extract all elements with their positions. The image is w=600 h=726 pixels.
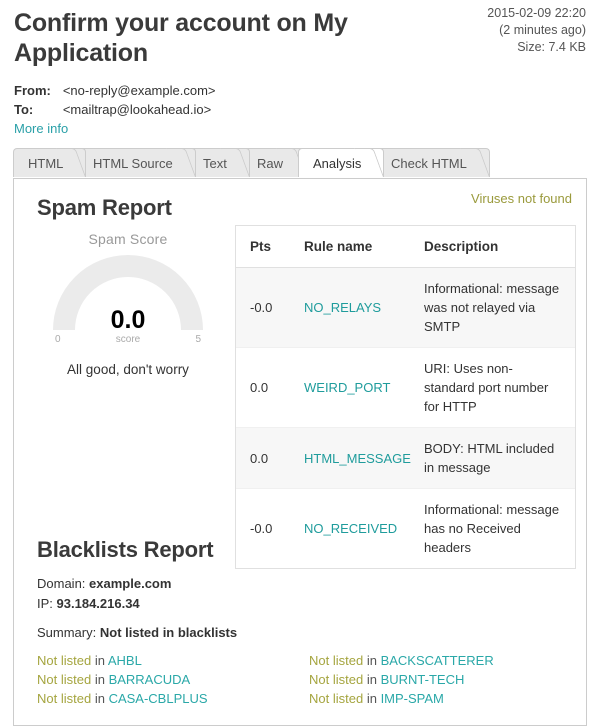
blacklist-ip-line: IP: 93.184.216.34 — [37, 595, 572, 613]
message-meta: 2015-02-09 22:20 (2 minutes ago) Size: 7… — [487, 5, 586, 56]
to-row: To: <mailtrap@lookahead.io> — [14, 101, 216, 120]
blacklist-status: Not listed — [37, 653, 92, 668]
cell-rule-name: HTML_MESSAGE — [304, 427, 424, 489]
blacklist-preposition: in — [366, 691, 381, 706]
tab-html[interactable]: HTML — [13, 148, 87, 177]
message-size: Size: 7.4 KB — [517, 40, 586, 54]
rule-link[interactable]: HTML_MESSAGE — [304, 451, 411, 466]
blacklist-name[interactable]: AHBL — [108, 653, 142, 668]
page-title: Confirm your account on My Application — [14, 9, 348, 67]
blacklist-preposition: in — [366, 672, 381, 687]
tab-html-source[interactable]: HTML Source — [78, 148, 197, 177]
blacklist-ip-label: IP: — [37, 596, 53, 611]
mailtrap-message-view: 2015-02-09 22:20 (2 minutes ago) Size: 7… — [0, 0, 600, 726]
spam-score-gauge: Spam Score 0.0 0 score 5 All good, don't… — [28, 231, 228, 377]
tab-text[interactable]: Text — [188, 148, 250, 177]
blacklist-name[interactable]: BACKSCATTERER — [381, 653, 494, 668]
list-item: Not listed in BURNT-TECH — [309, 671, 581, 690]
gauge-max-label: 5 — [195, 334, 201, 345]
rule-link[interactable]: NO_RECEIVED — [304, 521, 397, 536]
list-item: Not listed in BARRACUDA — [37, 671, 309, 690]
to-value: <mailtrap@lookahead.io> — [62, 102, 212, 117]
blacklist-name[interactable]: BARRACUDA — [109, 672, 191, 687]
blacklist-domain-line: Domain: example.com — [37, 575, 572, 593]
blacklist-status: Not listed — [309, 672, 364, 687]
message-relative-time: (2 minutes ago) — [499, 23, 586, 37]
spam-rules-tbody: -0.0 NO_RELAYS Informational: message was … — [236, 267, 575, 569]
gauge-title: Spam Score — [88, 231, 168, 247]
blacklist-domain-value: example.com — [89, 576, 172, 591]
cell-pts: 0.0 — [236, 347, 304, 428]
address-table: From: <no-reply@example.com> To: <mailtr… — [14, 82, 216, 120]
table-row: -0.0 NO_RECEIVED Informational: message ha… — [236, 489, 575, 569]
table-row: 0.0 HTML_MESSAGE BODY: HTML included in me… — [236, 427, 575, 489]
cell-rule-name: NO_RELAYS — [304, 267, 424, 348]
table-row: 0.0 WEIRD_PORT URI: Uses non-standard port… — [236, 347, 575, 428]
rule-link[interactable]: WEIRD_PORT — [304, 380, 390, 395]
blacklist-summary-label: Summary: — [37, 625, 97, 640]
blacklist-status: Not listed — [37, 672, 92, 687]
blacklist-name[interactable]: BURNT-TECH — [381, 672, 465, 687]
cell-pts: 0.0 — [236, 427, 304, 489]
cell-description: BODY: HTML included in message — [424, 427, 575, 489]
from-row: From: <no-reply@example.com> — [14, 82, 216, 101]
tab-bar: HTML HTML Source Text Raw Analysis Check HTML — [13, 148, 587, 178]
rule-link[interactable]: NO_RELAYS — [304, 300, 381, 315]
cell-rule-name: NO_RECEIVED — [304, 489, 424, 569]
blacklist-summary-value: Not listed in blacklists — [99, 625, 238, 640]
cell-pts: -0.0 — [236, 267, 304, 348]
list-item: Not listed in AHBL — [37, 652, 309, 671]
gauge-verdict: All good, don't worry — [67, 362, 189, 377]
blacklist-preposition: in — [94, 653, 108, 668]
blacklist-name[interactable]: CASA-CBLPLUS — [109, 691, 208, 706]
virus-status-badge: Viruses not found — [471, 191, 572, 206]
column-header-rule-name: Rule name — [304, 226, 424, 268]
analysis-panel: Viruses not found Spam Report Spam Score… — [13, 178, 587, 726]
gauge-scale: 0 score 5 — [53, 334, 203, 350]
cell-rule-name: WEIRD_PORT — [304, 347, 424, 428]
more-info-link[interactable]: More info — [14, 121, 68, 136]
from-label: From: — [14, 83, 51, 98]
tab-analysis[interactable]: Analysis — [297, 148, 385, 177]
column-header-pts: Pts — [236, 226, 304, 268]
from-value: <no-reply@example.com> — [62, 83, 216, 98]
blacklist-preposition: in — [94, 691, 109, 706]
message-header: 2015-02-09 22:20 (2 minutes ago) Size: 7… — [0, 0, 600, 136]
table-header-row: Pts Rule name Description — [236, 226, 575, 268]
blacklist-status: Not listed — [309, 653, 364, 668]
spam-rules-thead: Pts Rule name Description — [236, 226, 575, 268]
list-item: Not listed in BACKSCATTERER — [309, 652, 581, 671]
blacklist-status: Not listed — [309, 691, 364, 706]
column-header-description: Description — [424, 226, 575, 268]
gauge-unit-label: score — [115, 334, 141, 345]
gauge-value: 0.0 — [110, 306, 146, 334]
tab-raw[interactable]: Raw — [241, 148, 306, 177]
blacklist-status: Not listed — [37, 691, 92, 706]
blacklist-ip-value: 93.184.216.34 — [56, 596, 140, 611]
to-label: To: — [14, 102, 34, 117]
message-timestamp: 2015-02-09 22:20 — [487, 6, 586, 20]
gauge-dial: 0.0 — [53, 255, 203, 333]
blacklist-name[interactable]: IMP-SPAM — [381, 691, 444, 706]
spam-report-body: Spam Score 0.0 0 score 5 All good, don't… — [28, 225, 576, 569]
blacklist-preposition: in — [366, 653, 381, 668]
cell-description: URI: Uses non-standard port number for H… — [424, 347, 575, 428]
spam-rules-table-container: Pts Rule name Description -0.0 NO_RELAYS I… — [235, 225, 576, 569]
tab-check-html[interactable]: Check HTML — [376, 148, 491, 177]
cell-pts: -0.0 — [250, 521, 273, 536]
blacklist-preposition: in — [94, 672, 109, 687]
blacklist-domain-label: Domain: — [37, 576, 86, 591]
spam-rules-table: Pts Rule name Description -0.0 NO_RELAYS I… — [236, 226, 575, 568]
cell-description: Informational: message was not relayed v… — [424, 267, 575, 348]
blacklist-entries-grid: Not listed in AHBL Not listed in BACKSCAT… — [37, 652, 581, 709]
blacklist-summary-line: Summary: Not listed in blacklists — [37, 625, 572, 640]
table-row: -0.0 NO_RELAYS Informational: message was … — [236, 267, 575, 348]
cell-description: Informational: message has no Received h… — [424, 502, 560, 555]
